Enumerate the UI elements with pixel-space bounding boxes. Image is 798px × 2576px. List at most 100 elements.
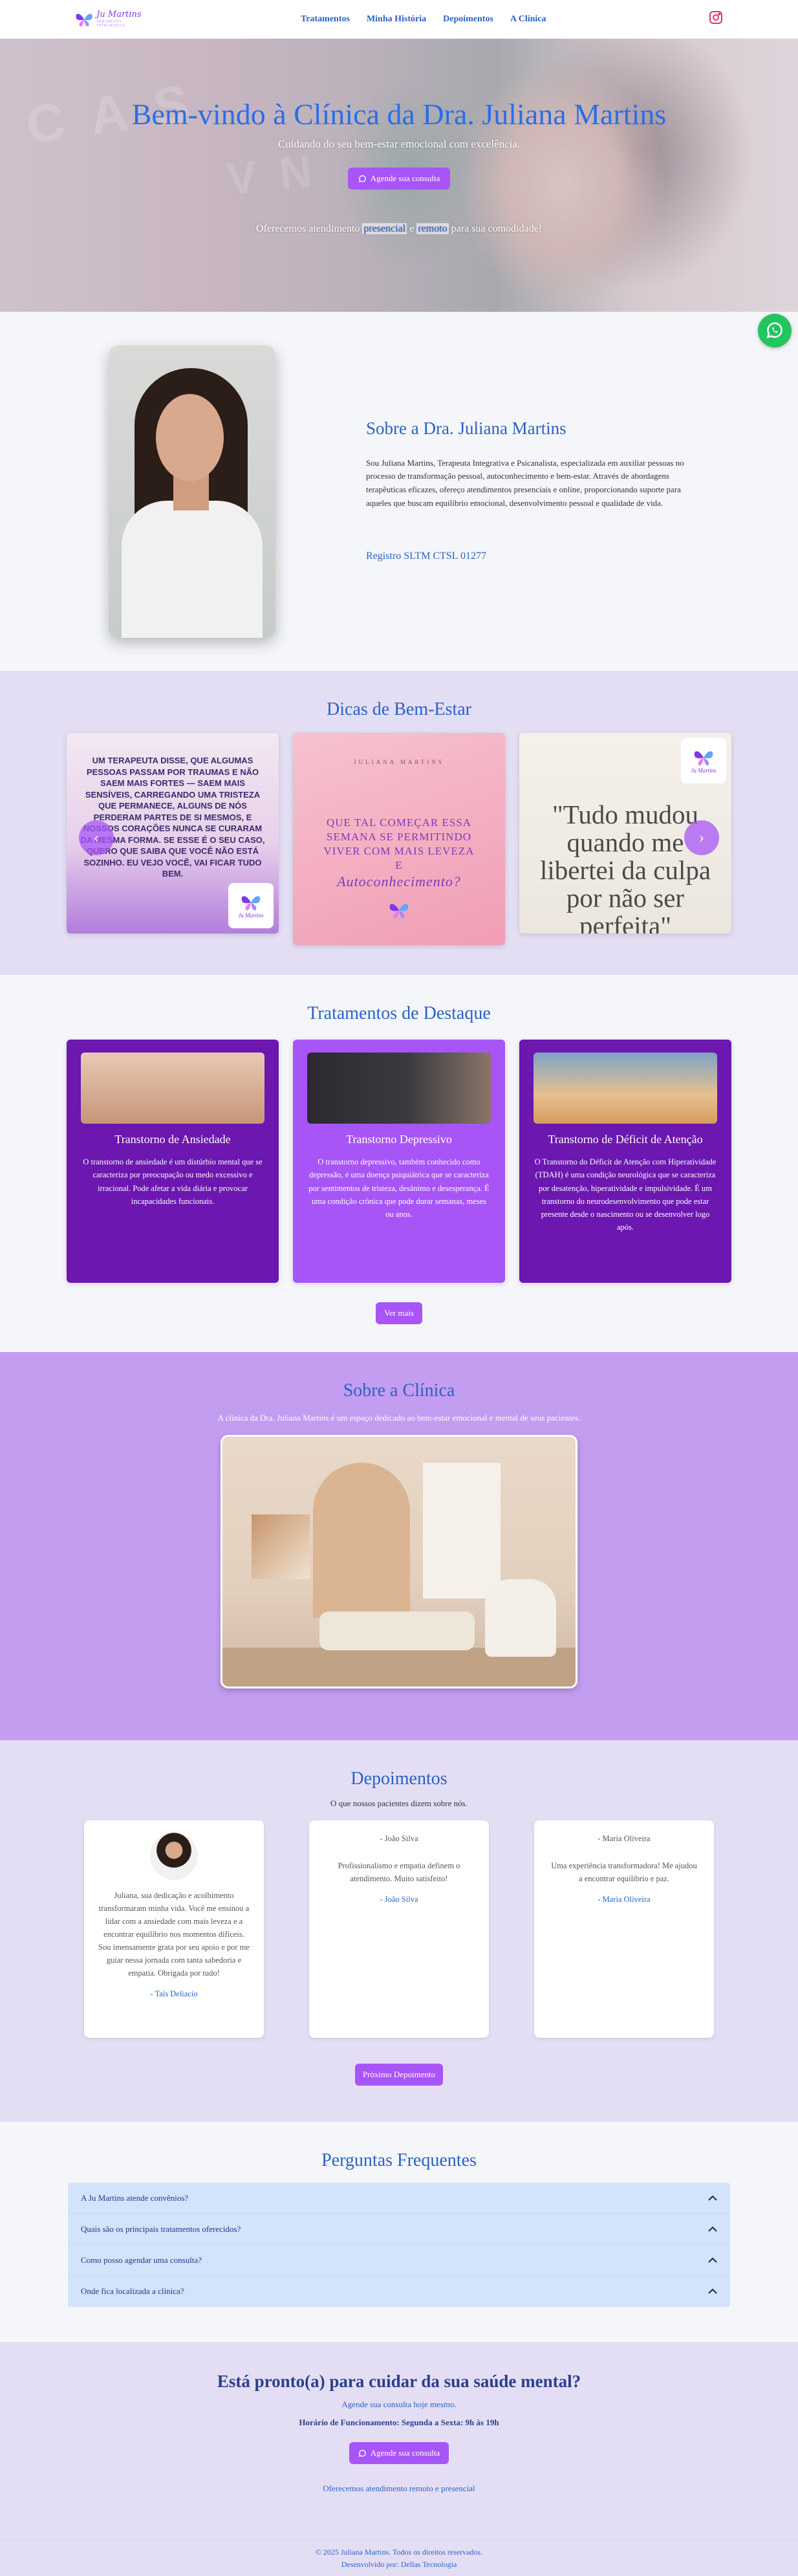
chevron-left-icon: ‹: [94, 829, 99, 846]
chevron-up-icon: [708, 2288, 717, 2294]
butterfly-logo-icon: [241, 896, 261, 911]
chevron-right-icon: ›: [699, 829, 704, 846]
cta-section: Está pronto(a) para cuidar da sua saúde …: [0, 2342, 798, 2539]
cta-schedule-button[interactable]: Agende sua consulta: [349, 2442, 449, 2464]
hero-section: C A S V N Bem-vindo à Clínica da Dra. Ju…: [0, 39, 798, 312]
butterfly-logo-icon: [76, 13, 92, 27]
doctor-photo: [109, 345, 275, 638]
treatment-description: O Transtorno do Déficit de Atenção com H…: [534, 1157, 717, 1232]
hero-schedule-button[interactable]: Agende sua consulta: [347, 168, 451, 190]
faq-item[interactable]: A Ju Martins atende convênios?: [68, 2183, 730, 2214]
faq-section: Perguntas Frequentes A Ju Martins atende…: [0, 2122, 798, 2342]
treatments-title: Tratamentos de Destaque: [307, 1003, 491, 1023]
treatment-image: [534, 1053, 717, 1124]
treatment-image: [307, 1053, 491, 1124]
hero-offer-text: Oferecemos atendimento presencial e remo…: [0, 223, 798, 235]
treatment-description: O transtorno depressivo, também conhecid…: [308, 1157, 490, 1219]
faq-item[interactable]: Quais são os principais tratamentos ofer…: [68, 2214, 730, 2245]
testimonial-author: - João Silva: [380, 1895, 418, 1904]
nav-depoimentos[interactable]: Depoimentos: [443, 14, 493, 25]
hero-subtitle: Cuidando do seu bem-estar emocional com …: [277, 138, 521, 150]
next-testimonial-button[interactable]: Próximo Depoimento: [354, 2064, 444, 2086]
testimonial-author: - Maria Oliveira: [598, 1895, 651, 1904]
tip-logo: Ju Martins: [228, 883, 274, 928]
tip-card[interactable]: JULIANA MARTINS Que tal começar essa sem…: [293, 733, 505, 945]
carousel-next-button[interactable]: ›: [684, 820, 719, 855]
whatsapp-icon: [766, 322, 782, 338]
testimonial-text: Uma experiência transformadora! Me ajudo…: [551, 1861, 697, 1883]
testimonial-text: Juliana, sua dedicação e acolhimento tra…: [98, 1891, 250, 1978]
butterfly-logo-icon: [389, 904, 409, 919]
whatsapp-icon: [358, 2449, 366, 2457]
treatment-image: [81, 1053, 264, 1124]
nav-minha-historia[interactable]: Minha História: [367, 14, 426, 25]
treatment-card[interactable]: Transtorno de Déficit de Atenção O Trans…: [519, 1040, 731, 1283]
butterfly-logo-icon: [694, 751, 713, 766]
about-title: Sobre a Dra. Juliana Martins: [366, 418, 566, 438]
clinic-title: Sobre a Clínica: [343, 1381, 455, 1401]
business-hours: Horário de Funcionamento: Segunda a Sext…: [299, 2418, 499, 2427]
tip-logo-label: Ju Martins: [238, 912, 264, 919]
treatment-description: O transtorno de ansiedade é um distúrbio…: [83, 1157, 263, 1206]
hero-content: Bem-vindo à Clínica da Dra. Juliana Mart…: [0, 39, 798, 312]
tip-card-text-italic: Autoconhecimento?: [337, 873, 461, 890]
about-text-block: Sobre a Dra. Juliana Martins Sou Juliana…: [366, 419, 689, 565]
see-more-button[interactable]: Ver mais: [376, 1302, 422, 1324]
footer-copyright: © 2025 Juliana Martins. Todos os direito…: [315, 2548, 483, 2557]
tip-logo: Ju Martins: [681, 738, 726, 783]
whatsapp-float-button[interactable]: [758, 314, 792, 347]
tip-card-text: Que tal começar essa semana se permitind…: [293, 816, 505, 891]
treatment-title: Transtorno de Déficit de Atenção: [548, 1133, 703, 1146]
cta-schedule-label: Agende sua consulta: [370, 2448, 440, 2458]
logo[interactable]: Ju Martins TERAPEUTA INTEGRATIVA: [74, 10, 146, 29]
clinic-description: A clínica da Dra. Juliana Martins é um e…: [217, 1413, 581, 1423]
clinic-photo: [221, 1435, 577, 1688]
treatments-section: Tratamentos de Destaque Transtorno de An…: [0, 975, 798, 1352]
offer-presencial: presencial: [362, 223, 407, 234]
nav-tratamentos[interactable]: Tratamentos: [301, 14, 350, 25]
tips-section: Dicas de Bem-Estar Um terapeuta disse, q…: [0, 671, 798, 975]
cta-title: Está pronto(a) para cuidar da sua saúde …: [217, 2372, 581, 2391]
logo-subtitle: TERAPEUTA INTEGRATIVA: [96, 20, 125, 28]
offer-e: e: [409, 223, 415, 234]
testimonials-lead: O que nossos pacientes dizem sobre nós.: [330, 1798, 468, 1808]
chevron-up-icon: [708, 2257, 717, 2263]
tips-title: Dicas de Bem-Estar: [327, 699, 471, 719]
offer-prefix: Oferecemos atendimento: [255, 223, 360, 234]
faq-title: Perguntas Frequentes: [321, 2150, 477, 2170]
main-nav: Tratamentos Minha História Depoimentos A…: [301, 14, 546, 25]
cta-line1: Agende sua consulta hoje mesmo.: [341, 2399, 457, 2409]
testimonials-list: Juliana, sua dedicação e acolhimento tra…: [0, 1820, 798, 2038]
faq-question: Quais são os principais tratamentos ofer…: [81, 2223, 241, 2234]
testimonial-card: - João Silva Profissionalismo e empatia …: [309, 1820, 489, 2038]
faq-item[interactable]: Como posso agendar uma consulta?: [68, 2245, 730, 2276]
tips-carousel: Um terapeuta disse, que algumas pessoas …: [0, 733, 798, 945]
footer-developer: Desenvolvido por: Dellas Tecnologia: [341, 2559, 457, 2569]
testimonials-section: Depoimentos O que nossos pacientes dizem…: [0, 1740, 798, 2122]
site-header: Ju Martins TERAPEUTA INTEGRATIVA Tratame…: [0, 0, 798, 39]
faq-item[interactable]: Onde fica localizada a clínica?: [68, 2276, 730, 2307]
nav-a-clinica[interactable]: A Clínica: [510, 14, 546, 25]
hero-schedule-label: Agende sua consulta: [370, 173, 440, 183]
testimonial-card: - Maria Oliveira Uma experiência transfo…: [534, 1820, 714, 2038]
treatment-title: Transtorno Depressivo: [346, 1133, 452, 1146]
offer-suffix: para sua comodidade!: [451, 223, 543, 234]
treatment-card[interactable]: Transtorno de Ansiedade O transtorno de …: [67, 1040, 279, 1283]
registration-number: Registro SLTM CTSL 01277: [366, 550, 486, 562]
carousel-prev-button[interactable]: ‹: [79, 820, 114, 855]
testimonial-text: Profissionalismo e empatia definem o ate…: [338, 1861, 460, 1883]
site-footer: © 2025 Juliana Martins. Todos os direito…: [0, 2539, 798, 2576]
avatar: [150, 1832, 198, 1880]
about-description: Sou Juliana Martins, Terapeuta Integrati…: [366, 457, 684, 508]
faq-question: A Ju Martins atende convênios?: [81, 2192, 189, 2203]
hero-title: Bem-vindo à Clínica da Dra. Juliana Mart…: [131, 98, 667, 131]
faq-list: A Ju Martins atende convênios? Quais são…: [68, 2183, 730, 2307]
testimonials-title: Depoimentos: [350, 1769, 448, 1789]
faq-question: Como posso agendar uma consulta?: [81, 2254, 202, 2265]
faq-question: Onde fica localizada a clínica?: [81, 2286, 184, 2296]
treatment-card[interactable]: Transtorno Depressivo O transtorno depre…: [293, 1040, 505, 1283]
tip-card-brand: JULIANA MARTINS: [354, 759, 444, 765]
instagram-icon[interactable]: [708, 10, 724, 28]
testimonial-card: Juliana, sua dedicação e acolhimento tra…: [84, 1820, 264, 2038]
offer-remoto: remoto: [416, 223, 449, 234]
